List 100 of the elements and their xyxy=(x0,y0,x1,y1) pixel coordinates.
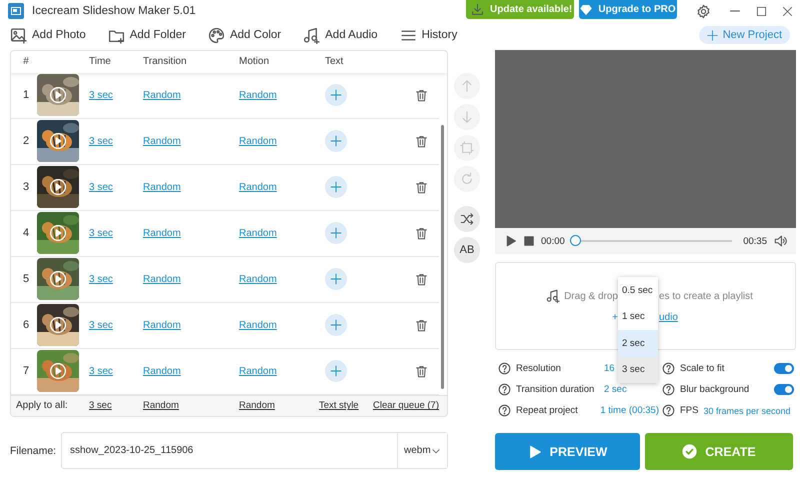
setting-value[interactable]: 16 xyxy=(604,363,615,374)
motion-link[interactable]: Random xyxy=(239,400,275,412)
transition-link[interactable]: Random xyxy=(143,320,181,331)
time-link[interactable]: 3 sec xyxy=(89,228,113,239)
row-number: 1 xyxy=(22,89,30,102)
apply-to-all-label: Apply to all: xyxy=(16,400,69,412)
crop-icon xyxy=(460,141,474,155)
download-icon xyxy=(471,3,484,16)
time-link[interactable]: 3 sec xyxy=(89,274,113,285)
menu-item[interactable]: 3 sec xyxy=(618,356,658,383)
menu-item[interactable]: 1 sec xyxy=(618,304,658,330)
toolbar-button[interactable]: Add Color xyxy=(208,26,282,44)
help-icon xyxy=(662,383,675,396)
trash-icon xyxy=(415,364,428,378)
transition-link[interactable]: Random xyxy=(143,228,181,239)
motion-link[interactable]: Random xyxy=(239,366,277,377)
clear-queue-link[interactable]: Clear queue (7) xyxy=(373,400,440,412)
motion-link[interactable]: Random xyxy=(239,274,277,285)
setting-value[interactable]: 30 frames per second xyxy=(703,406,791,416)
column-header: Transition xyxy=(143,56,187,68)
shuffle-button[interactable] xyxy=(454,206,480,232)
transition-link[interactable]: Random xyxy=(143,90,181,101)
setting-label: Transition duration xyxy=(516,384,596,395)
plus-icon xyxy=(330,365,342,378)
upgrade-button[interactable]: Upgrade to PRO xyxy=(579,0,677,19)
seek-slider[interactable] xyxy=(570,235,581,246)
setting-value[interactable]: 1 time (00:35) xyxy=(600,405,659,416)
trash-icon xyxy=(415,134,428,148)
help-icon xyxy=(498,383,511,396)
toolbar-button[interactable]: Add Folder xyxy=(108,26,186,44)
add-text-button[interactable] xyxy=(325,314,347,336)
window-title: Icecream Slideshow Maker 5.01 xyxy=(32,5,196,17)
text-style-link[interactable]: Text style xyxy=(319,400,359,412)
play-button[interactable] xyxy=(505,235,517,247)
help-icon xyxy=(662,362,675,375)
stop-button[interactable] xyxy=(524,236,534,246)
help-icon xyxy=(498,362,511,375)
trash-icon xyxy=(415,226,428,240)
format-dropdown[interactable]: webm xyxy=(397,433,447,468)
create-button[interactable]: CREATE xyxy=(645,433,793,470)
add-text-button[interactable] xyxy=(325,84,347,106)
toolbar-button[interactable]: History xyxy=(400,26,458,44)
text-button[interactable]: AB xyxy=(454,237,480,263)
row-number: 5 xyxy=(22,273,30,286)
transition-link[interactable]: Random xyxy=(143,136,181,147)
volume-button[interactable] xyxy=(774,234,788,248)
menu-item[interactable]: 2 sec xyxy=(618,330,658,356)
add-text-button[interactable] xyxy=(325,222,347,244)
scrollbar[interactable] xyxy=(441,124,444,389)
menu-item[interactable]: 0.5 sec xyxy=(618,277,658,304)
plus-icon xyxy=(330,181,342,194)
plus-icon xyxy=(330,319,342,332)
play-icon xyxy=(528,444,542,458)
transition-link[interactable]: Random xyxy=(143,182,181,193)
setting-label: Repeat project xyxy=(516,405,579,416)
setting-label: FPS xyxy=(680,405,698,416)
diamond-icon xyxy=(580,4,592,16)
setting-value[interactable]: 2 sec xyxy=(604,384,627,395)
column-header: Text xyxy=(325,56,344,68)
toggle-switch[interactable] xyxy=(774,363,794,374)
transition-link[interactable]: Random xyxy=(143,366,181,377)
add-audio-link[interactable]: udio xyxy=(659,312,678,323)
motion-link[interactable]: Random xyxy=(239,320,277,331)
time-link[interactable]: 3 sec xyxy=(89,320,113,331)
add-audio-link[interactable]: + xyxy=(612,312,618,323)
motion-link[interactable]: Random xyxy=(239,136,277,147)
time-link[interactable]: 3 sec xyxy=(89,90,113,101)
transition-link[interactable]: Random xyxy=(143,274,181,285)
preview-button[interactable]: PREVIEW xyxy=(495,433,640,470)
filename-field[interactable]: sshow_2023-10-25_115906 webm xyxy=(61,432,448,469)
new-project-button[interactable]: New Project xyxy=(698,26,790,44)
app-icon xyxy=(8,3,24,19)
volume-icon xyxy=(774,234,788,248)
time-link[interactable]: 3 sec xyxy=(89,400,112,412)
trash-icon xyxy=(415,272,428,286)
motion-link[interactable]: Random xyxy=(239,90,277,101)
time-link[interactable]: 3 sec xyxy=(89,136,113,147)
time-link[interactable]: 3 sec xyxy=(89,182,113,193)
row-number: 3 xyxy=(22,181,30,194)
add-text-button[interactable] xyxy=(325,268,347,290)
palette-icon xyxy=(208,26,225,44)
play-icon xyxy=(49,362,67,380)
shuffle-icon xyxy=(460,212,474,226)
check-circle-icon xyxy=(682,444,698,459)
help-icon xyxy=(662,404,675,417)
play-icon xyxy=(49,270,67,288)
total-time: 00:35 xyxy=(743,236,767,246)
add-text-button[interactable] xyxy=(325,130,347,152)
transition-link[interactable]: Random xyxy=(143,400,179,412)
add-text-button[interactable] xyxy=(325,176,347,198)
toolbar-button[interactable]: Add Photo xyxy=(10,26,86,44)
update-button[interactable]: Update available! xyxy=(466,0,574,19)
motion-link[interactable]: Random xyxy=(239,228,277,239)
row-number: 4 xyxy=(22,227,30,240)
time-link[interactable]: 3 sec xyxy=(89,366,113,377)
toolbar-button[interactable]: Add Audio xyxy=(303,26,378,44)
add-text-button[interactable] xyxy=(325,360,347,382)
toggle-switch[interactable] xyxy=(774,384,794,395)
motion-link[interactable]: Random xyxy=(239,182,277,193)
trash-icon xyxy=(415,180,428,194)
